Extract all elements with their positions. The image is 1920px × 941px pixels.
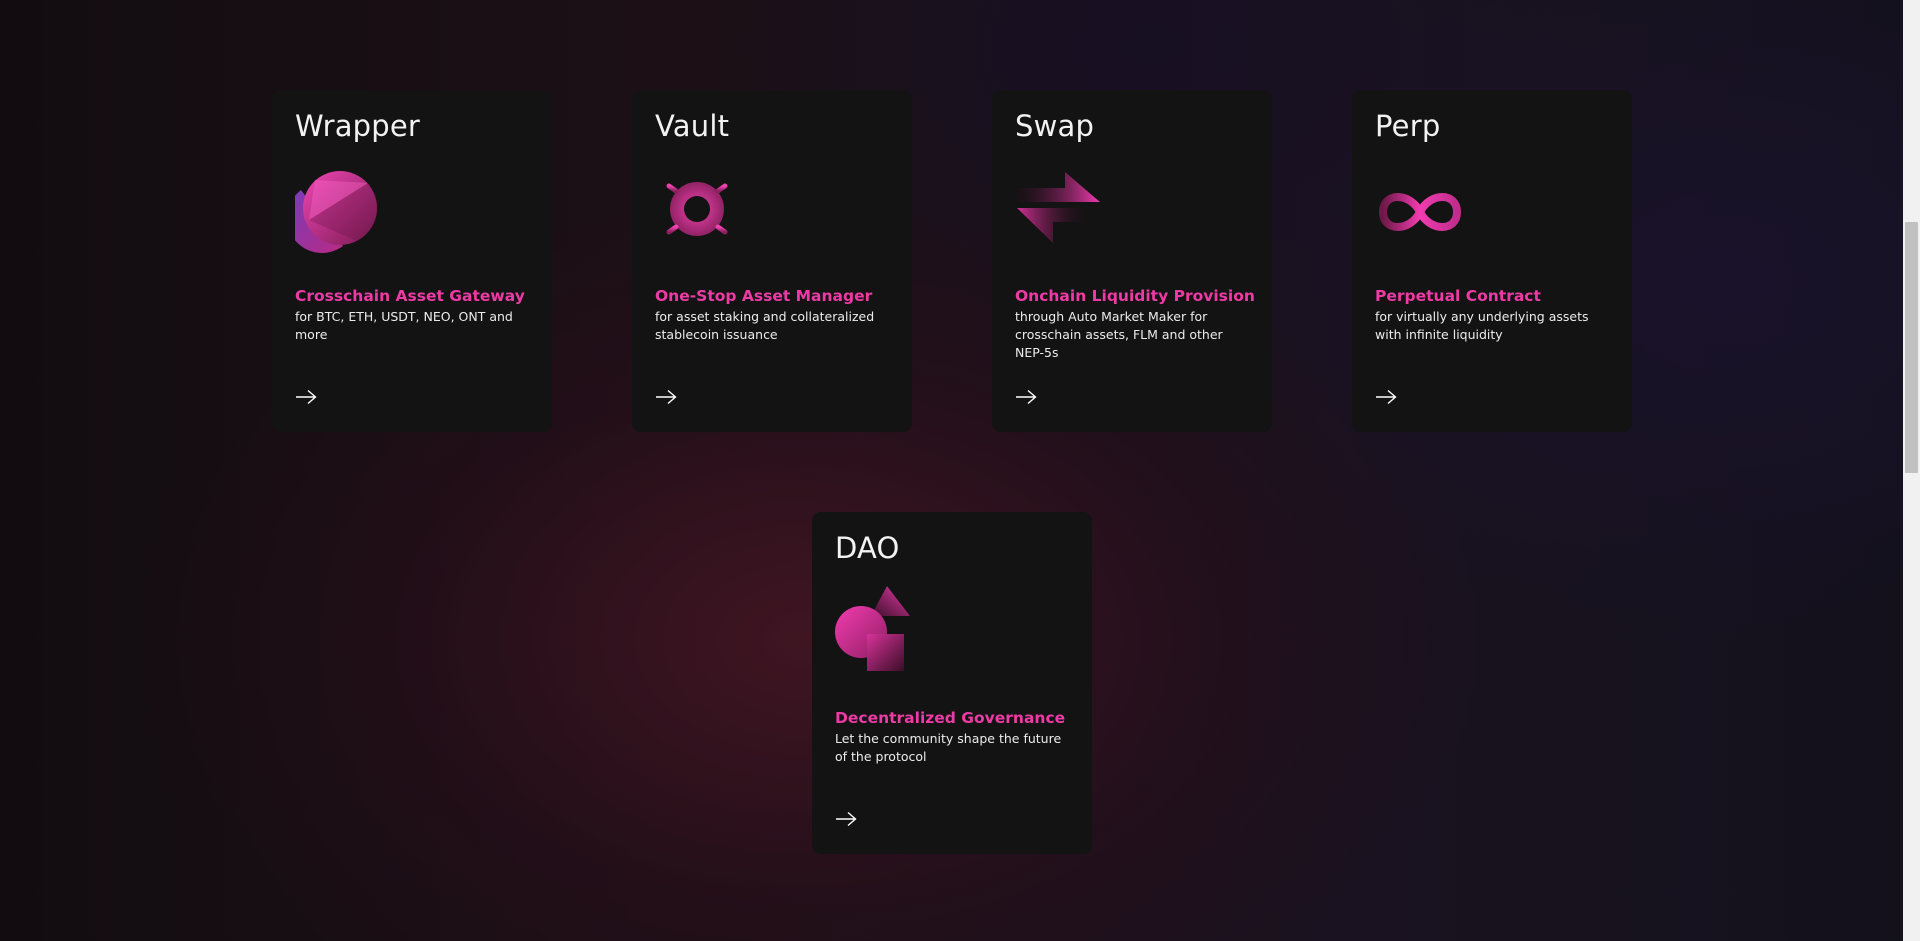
card-subtitle: Crosschain Asset Gateway [295,287,525,305]
card-description: for asset staking and collateralized sta… [655,309,875,342]
arrow-right-icon[interactable] [1015,389,1037,405]
card-vault[interactable]: Vault One-Stop Asset Manager for asset s [632,90,912,432]
card-swap[interactable]: Swap Onchain Liquidity Provision through… [992,90,1272,432]
scrollbar-thumb[interactable] [1905,222,1918,473]
shapes-icon [835,586,910,671]
card-description: through Auto Market Maker for crosschain… [1015,309,1223,360]
card-title: Wrapper [295,109,421,143]
card-description: Let the community shape the future of th… [835,731,1062,764]
card-subtitle: Onchain Liquidity Provision [1015,287,1255,305]
half-sphere-icon [295,171,378,253]
card-subtitle: One-Stop Asset Manager [655,287,873,305]
card-dao[interactable]: DAO Decentralized Governance Let the com… [812,512,1092,854]
swap-arrows-icon [1017,172,1100,243]
card-subtitle: Perpetual Contract [1375,287,1541,305]
card-description: for virtually any underlying assets with… [1375,309,1589,342]
arrow-right-icon[interactable] [655,389,677,405]
arrow-right-icon[interactable] [835,811,857,827]
card-title: Vault [655,109,730,143]
card-description: for BTC, ETH, USDT, NEO, ONT and more [295,309,513,342]
infinity-icon [1378,193,1462,231]
card-title: Swap [1015,109,1095,143]
gear-sun-icon [656,162,738,256]
arrow-right-icon[interactable] [1375,389,1397,405]
scrollbar[interactable] [1903,0,1920,941]
card-subtitle: Decentralized Governance [835,709,1066,727]
card-title: DAO [835,531,900,565]
card-wrapper[interactable]: Wrapper Crosschain Asset Gateway for BTC… [272,90,552,432]
card-title: Perp [1375,109,1441,143]
card-perp[interactable]: Perp Perpetual Contract for virtually an… [1352,90,1632,432]
arrow-right-icon[interactable] [295,389,317,405]
